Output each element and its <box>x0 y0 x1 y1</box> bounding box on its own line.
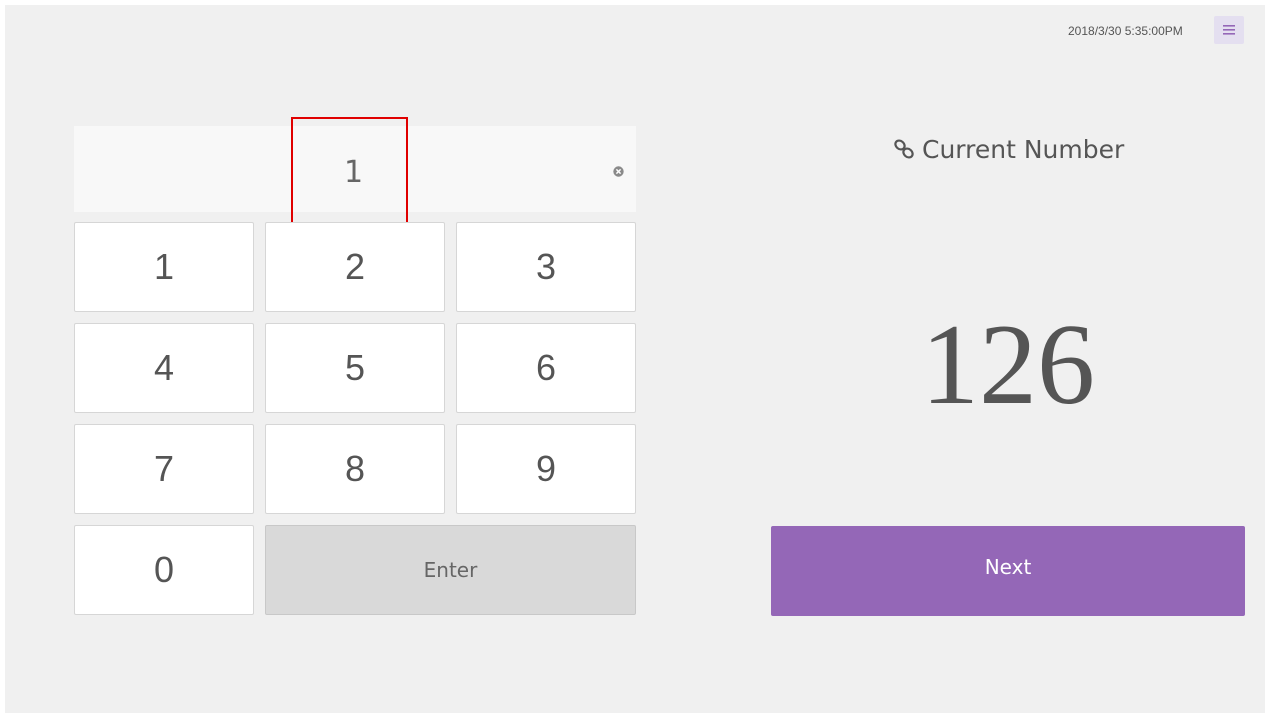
current-number-heading: Current Number <box>892 134 1124 164</box>
key-8[interactable]: 8 <box>265 424 445 514</box>
menu-button[interactable] <box>1214 16 1244 44</box>
key-3[interactable]: 3 <box>456 222 636 312</box>
clear-button[interactable] <box>612 165 625 178</box>
number-input-value: 1 <box>344 155 364 190</box>
key-7[interactable]: 7 <box>74 424 254 514</box>
key-1[interactable]: 1 <box>74 222 254 312</box>
datetime-display: 2018/3/30 5:35:00PM <box>1068 24 1183 38</box>
key-6[interactable]: 6 <box>456 323 636 413</box>
current-number-value: 126 <box>921 301 1095 429</box>
current-number-label: Current Number <box>922 134 1125 164</box>
enter-button[interactable]: Enter <box>265 525 636 615</box>
key-2[interactable]: 2 <box>265 222 445 312</box>
link-icon <box>894 139 914 159</box>
key-0[interactable]: 0 <box>74 525 254 615</box>
clear-circle-icon <box>613 166 624 177</box>
key-4[interactable]: 4 <box>74 323 254 413</box>
key-5[interactable]: 5 <box>265 323 445 413</box>
key-9[interactable]: 9 <box>456 424 636 514</box>
hamburger-menu-icon <box>1223 25 1235 35</box>
next-button[interactable]: Next <box>771 526 1245 616</box>
